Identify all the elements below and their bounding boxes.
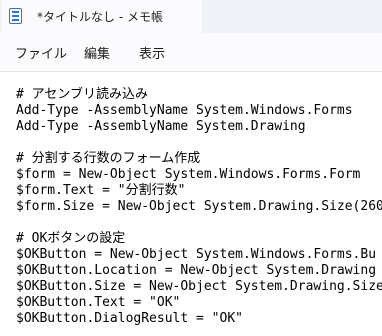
editor-line: # 分割する行数のフォーム作成	[16, 151, 201, 166]
document-tab[interactable]: *タイトルなし - メモ帳	[2, 0, 202, 33]
notepad-icon	[9, 8, 22, 24]
editor-line: $OKButton.DialogResult = "OK"	[16, 311, 243, 326]
editor-line: $OKButton.Text = "OK"	[16, 295, 181, 310]
editor-line: Add-Type -AssemblyName System.Windows.Fo…	[16, 103, 353, 118]
editor-line: $OKButton.Size = New-Object System.Drawi…	[16, 279, 382, 294]
editor-line: $form = New-Object System.Windows.Forms.…	[16, 167, 361, 182]
editor-line: $form.Text = "分割行数"	[16, 183, 186, 198]
editor-line: $form.Size = New-Object System.Drawing.S…	[16, 199, 382, 214]
editor-line: # OKボタンの設定	[16, 231, 126, 246]
menu-file[interactable]: ファイル	[15, 43, 67, 62]
menu-view[interactable]: 表示	[139, 43, 165, 62]
text-editor[interactable]: # アセンブリ読み込み Add-Type -AssemblyName Syste…	[0, 72, 382, 336]
menu-bar: ファイル 編集 表示	[0, 33, 382, 71]
tab-bar: *タイトルなし - メモ帳	[0, 0, 382, 33]
tab-title: *タイトルなし - メモ帳	[37, 10, 163, 24]
editor-line: $OKButton.Location = New-Object System.D…	[16, 263, 377, 278]
menu-edit[interactable]: 編集	[84, 43, 110, 62]
editor-line: $OKButton = New-Object System.Windows.Fo…	[16, 247, 377, 262]
editor-line: # アセンブリ読み込み	[16, 87, 149, 102]
editor-line: Add-Type -AssemblyName System.Drawing	[16, 119, 306, 134]
notepad-window: *タイトルなし - メモ帳 ファイル 編集 表示 # アセンブリ読み込み Add…	[0, 0, 382, 336]
